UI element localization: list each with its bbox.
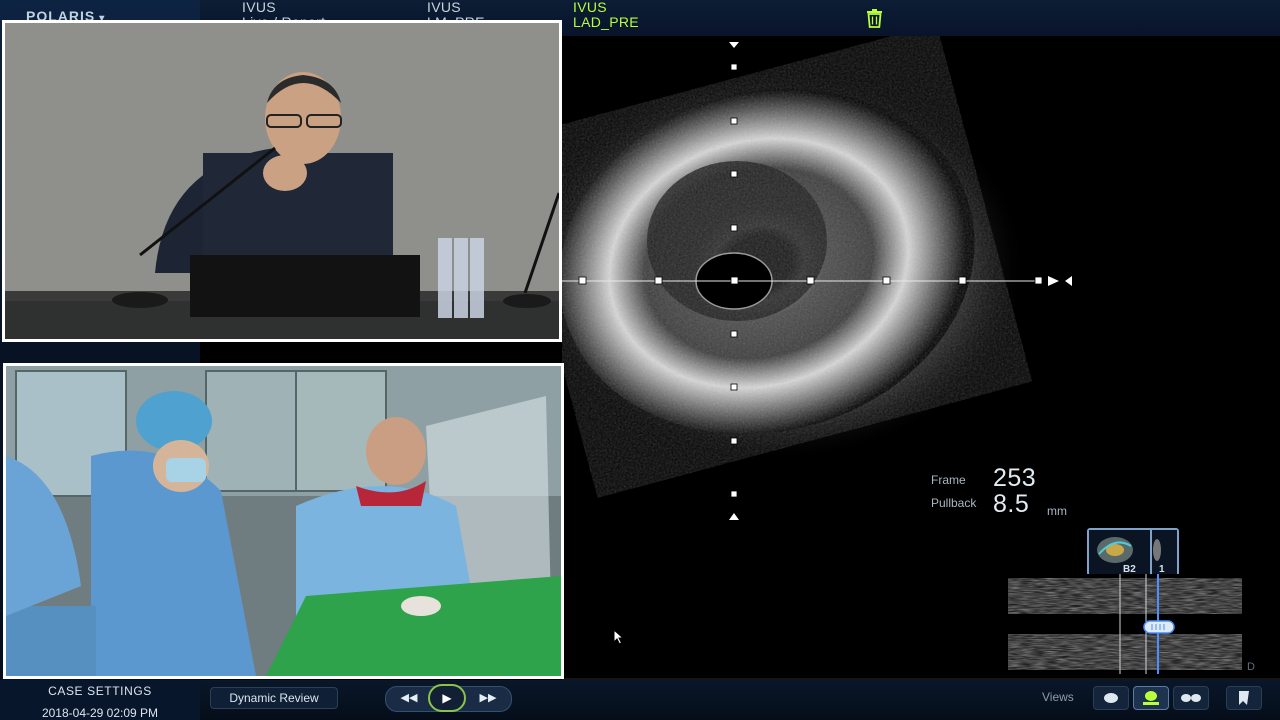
view-split-button[interactable]	[1133, 686, 1169, 710]
bookmark-icon	[1239, 691, 1249, 705]
tab-label-line2: LAD_PRE	[573, 14, 639, 30]
mouse-cursor-icon	[613, 629, 625, 645]
longitudinal-image	[1008, 574, 1242, 674]
view-dual-button[interactable]	[1173, 686, 1209, 710]
play-icon: ▶	[442, 691, 452, 705]
tab-label-line1: IVUS	[427, 0, 461, 15]
dual-view-icon	[1181, 694, 1201, 702]
case-datetime: 2018-04-29 02:09 PM	[41, 706, 159, 720]
tab-label-line1: IVUS	[242, 0, 276, 15]
tab-label-line1: IVUS	[573, 0, 607, 15]
trash-icon[interactable]	[866, 9, 883, 28]
bookmark-button[interactable]	[1226, 686, 1262, 710]
tab-lad-pre[interactable]: IVUS LAD_PRE	[573, 0, 639, 30]
dynamic-review-button[interactable]: Dynamic Review	[210, 687, 338, 709]
play-button[interactable]: ▶	[428, 684, 466, 712]
cathlab-video-frame	[6, 366, 561, 676]
frame-label: Frame	[931, 473, 966, 487]
cathlab-video	[3, 363, 564, 679]
rewind-icon[interactable]: ◀◀	[396, 690, 422, 707]
case-settings-label: CASE SETTINGS	[48, 684, 152, 698]
frame-thumbnail[interactable]: B2 1	[1087, 528, 1179, 576]
fast-forward-icon[interactable]: ▶▶	[475, 690, 501, 707]
pullback-unit: mm	[1047, 504, 1067, 518]
case-settings[interactable]: CASE SETTINGS 2018-04-29 02:09 PM	[0, 680, 200, 720]
longitudinal-view[interactable]	[1008, 574, 1242, 674]
pullback-label: Pullback	[931, 496, 977, 510]
views-label: Views	[1042, 690, 1074, 704]
split-view-icon	[1143, 691, 1159, 705]
distal-marker: D	[1247, 661, 1255, 673]
frame-value: 253	[993, 464, 1037, 492]
speaker-video	[2, 20, 562, 342]
speaker-video-frame	[5, 23, 559, 339]
pullback-value: 8.5	[993, 490, 1030, 518]
view-single-button[interactable]	[1093, 686, 1129, 710]
single-view-icon	[1104, 693, 1118, 703]
